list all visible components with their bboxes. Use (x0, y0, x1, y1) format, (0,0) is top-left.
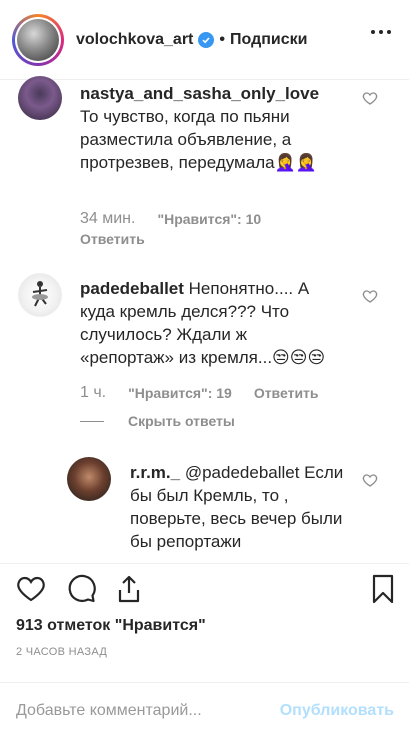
more-dot (371, 30, 375, 34)
hide-replies-line (80, 420, 104, 422)
comment-likes[interactable]: "Нравится": 10 (157, 211, 261, 227)
follow-status-button[interactable]: Подписки (230, 31, 307, 49)
reply-button[interactable]: Ответить (80, 231, 145, 247)
comment-meta: 34 мин. "Нравится": 10 (80, 210, 283, 228)
comment-body: nastya_and_sasha_only_love То чувство, к… (80, 82, 330, 174)
post-actions (0, 563, 409, 613)
comment-reply-row: Ответить (80, 231, 145, 247)
avatar-border (15, 16, 61, 63)
comment-username[interactable]: nastya_and_sasha_only_love (80, 84, 319, 103)
comment-like-heart-icon[interactable] (362, 288, 378, 304)
like-heart-icon[interactable] (16, 574, 46, 604)
comment-input[interactable] (16, 702, 276, 720)
ballerina-icon (32, 281, 48, 307)
more-dot (379, 30, 383, 34)
comment-like-heart-icon[interactable] (362, 90, 378, 106)
more-dot (387, 30, 391, 34)
comment-body: padedeballet Непонятно.... А куда кремль… (80, 277, 340, 369)
comment-avatar[interactable] (18, 76, 62, 120)
reply-username[interactable]: r.r.m._ (130, 463, 180, 482)
header-username[interactable]: volochkova_art (76, 31, 193, 49)
reply-like-heart-icon[interactable] (362, 472, 378, 488)
hide-replies-label: Скрыть ответы (128, 413, 235, 429)
reply-body: r.r.m._ @padedeballet Если бы был Кремль… (130, 461, 345, 553)
header-separator: • (219, 30, 225, 48)
comment-icon[interactable] (66, 574, 96, 604)
reply-button[interactable]: Ответить (254, 385, 319, 401)
publish-button[interactable]: Опубликовать (280, 702, 394, 720)
share-icon[interactable] (114, 574, 144, 604)
verified-badge-icon (198, 31, 215, 48)
comment-time: 1 ч. (80, 384, 107, 401)
more-options-icon[interactable] (371, 30, 391, 34)
post-likes-count[interactable]: 913 отметок "Нравится" (16, 617, 206, 635)
post-time: 2 ЧАСОВ НАЗАД (16, 646, 108, 658)
comment-meta: 1 ч. "Нравится": 19 Ответить (80, 384, 319, 402)
comment-time: 34 мин. (80, 210, 136, 227)
comment-likes[interactable]: "Нравится": 19 (128, 385, 232, 401)
bookmark-icon[interactable] (368, 574, 398, 604)
header-text: volochkova_art • Подписки (76, 31, 307, 49)
post-header: volochkova_art • Подписки (0, 0, 409, 80)
hide-replies-button[interactable]: Скрыть ответы (80, 413, 235, 429)
profile-avatar[interactable] (12, 13, 64, 66)
add-comment-bar: Опубликовать (0, 682, 409, 739)
comment-username[interactable]: padedeballet (80, 279, 184, 298)
comment-avatar[interactable] (18, 273, 62, 317)
comment-text: То чувство, когда по пьяни разместила об… (80, 107, 317, 172)
reply-avatar[interactable] (67, 457, 111, 501)
avatar-image (17, 18, 59, 61)
